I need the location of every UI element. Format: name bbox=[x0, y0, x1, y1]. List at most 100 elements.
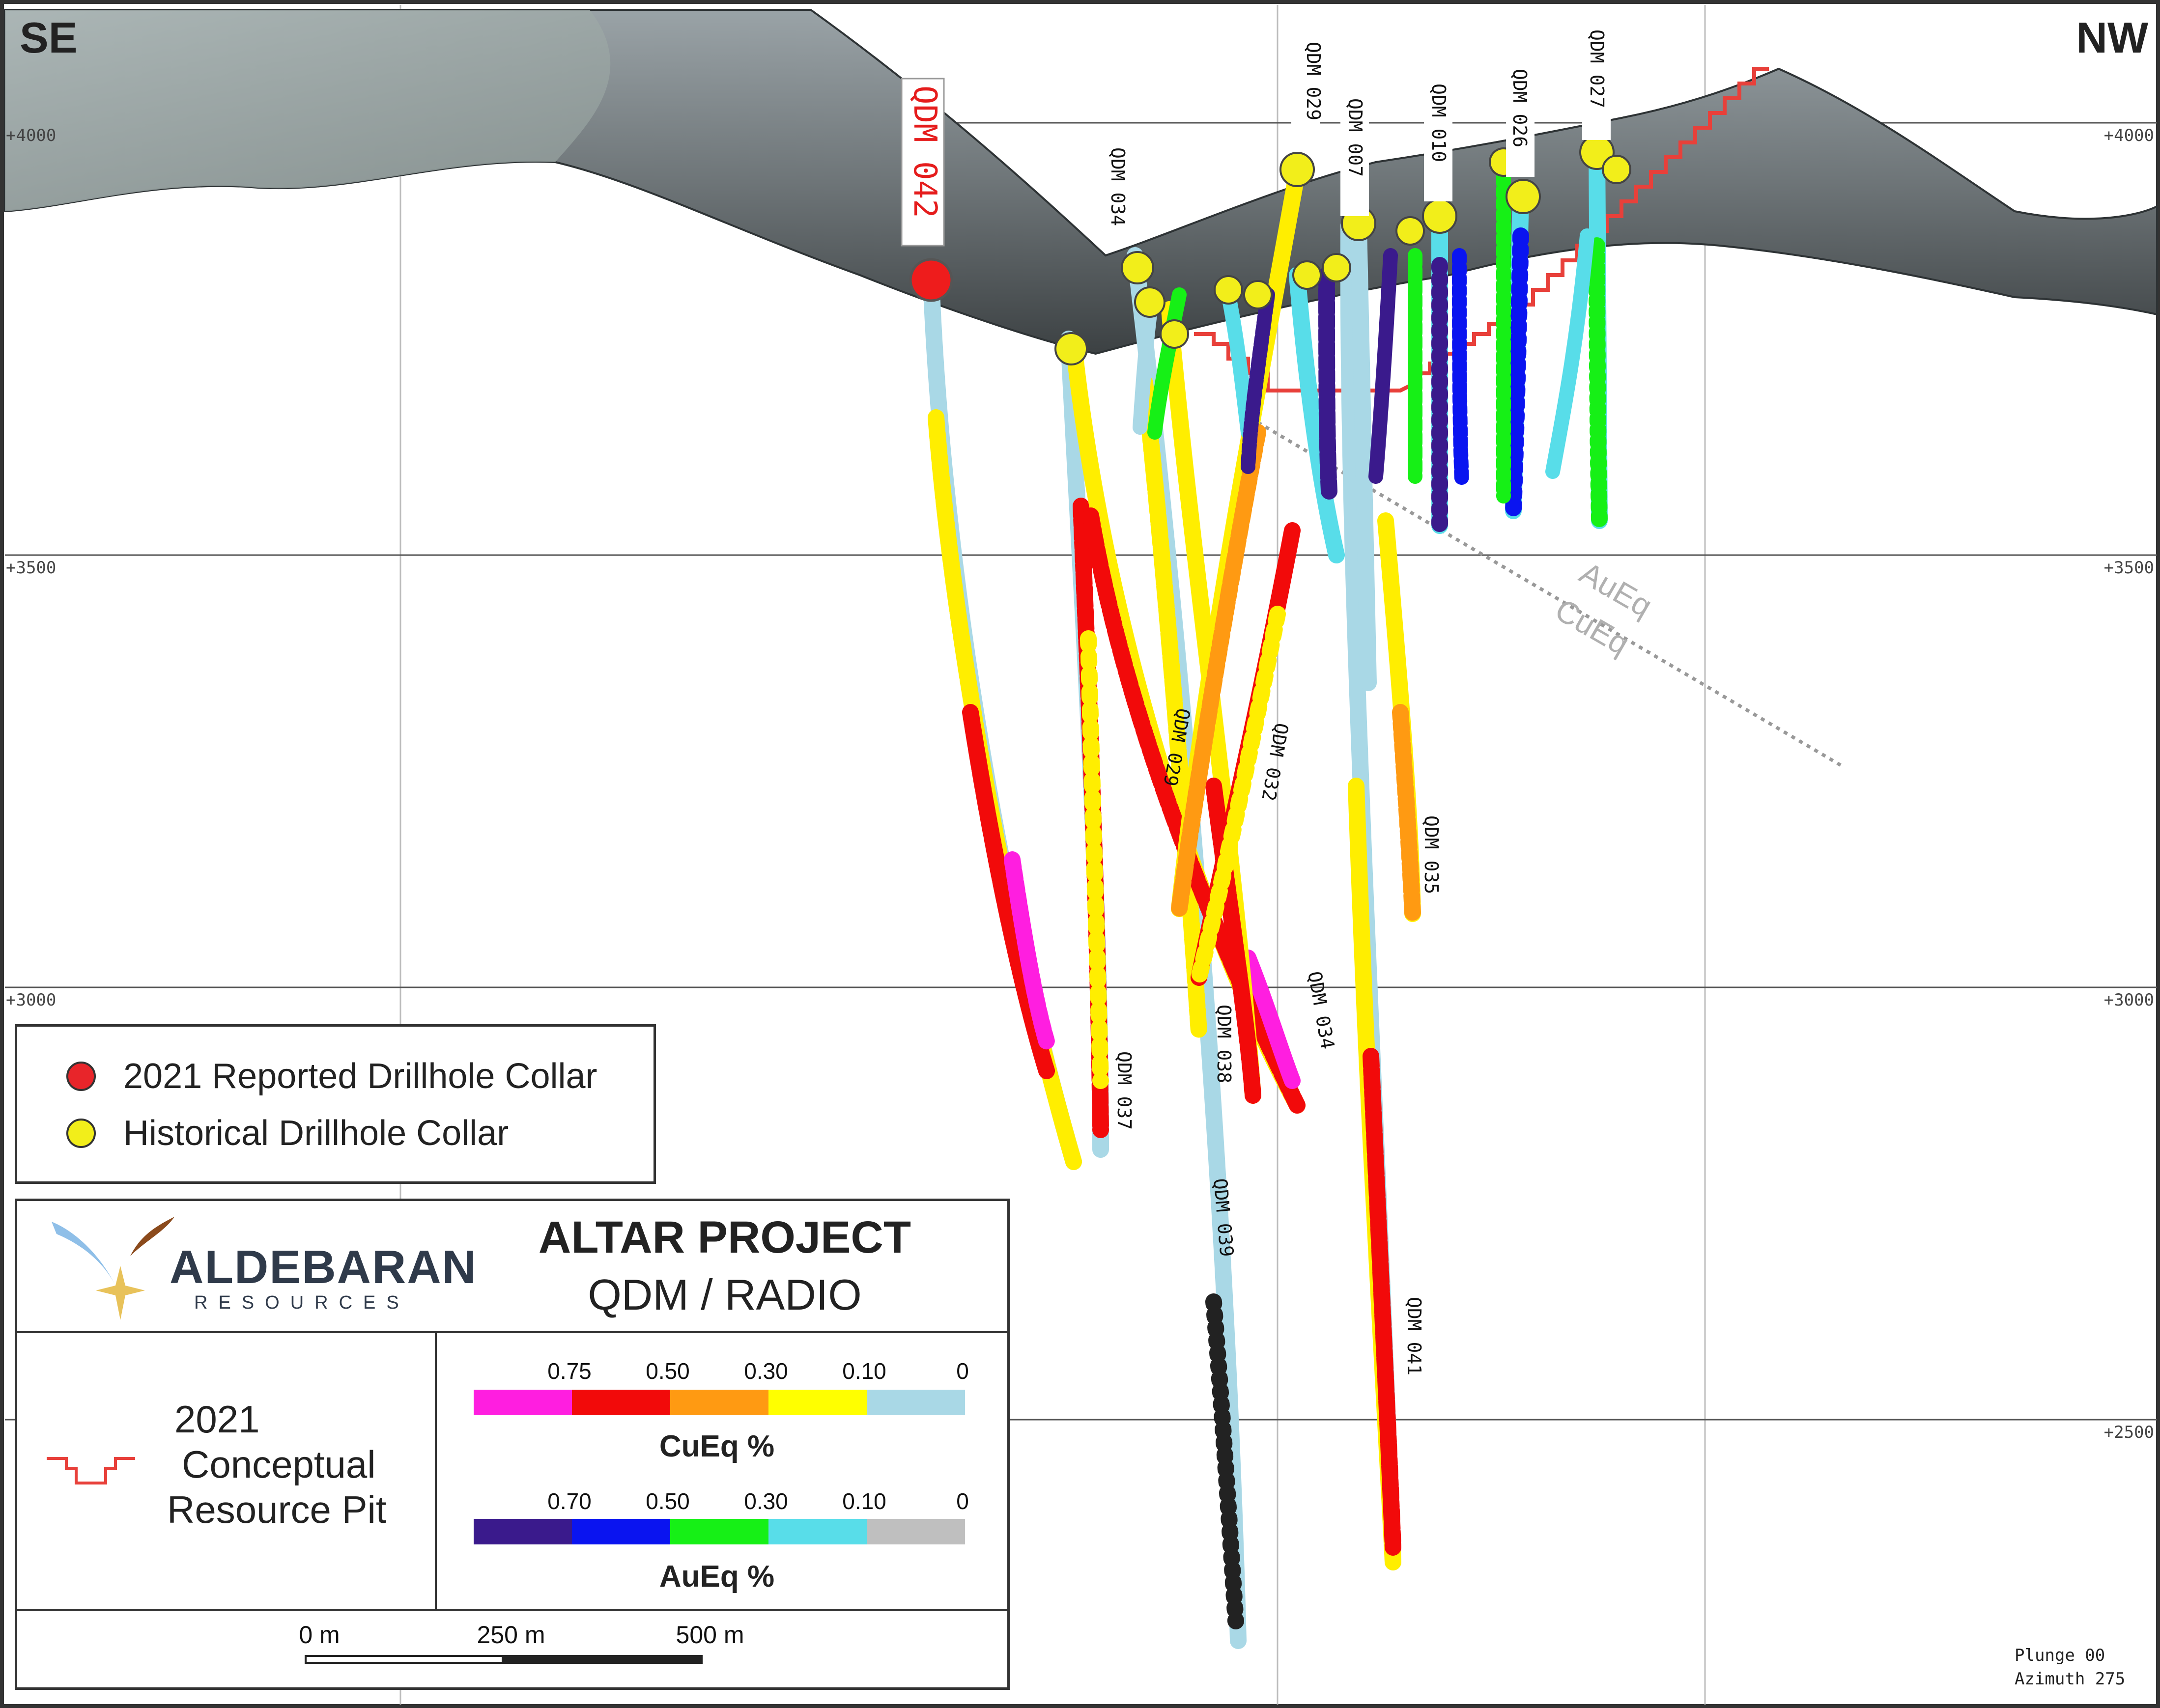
cueq-tick-2: 0.30 bbox=[744, 1358, 788, 1384]
drillhole-traces bbox=[923, 144, 1608, 1649]
direction-label-se: SE bbox=[20, 13, 78, 62]
collar-cluster-e bbox=[1395, 216, 1425, 246]
collar-qdm-034 bbox=[1121, 251, 1154, 284]
aueq-tick-4: 0 bbox=[956, 1488, 969, 1514]
hole-label-qdm-007: QDM 007 bbox=[1344, 98, 1366, 177]
collar-cluster-b bbox=[1243, 280, 1273, 309]
scale-bar: 0 m 250 m 500 m bbox=[17, 1611, 1007, 1689]
pit-label-line2: Conceptual bbox=[182, 1443, 376, 1486]
scale-bar-segment-2 bbox=[504, 1655, 703, 1664]
scale-label-250: 250 m bbox=[477, 1621, 545, 1649]
project-title: ALTAR PROJECT bbox=[538, 1212, 911, 1262]
hole-label-qdm-029-upper: QDM 029 bbox=[1303, 42, 1324, 120]
collar-qdm-034b bbox=[1134, 286, 1165, 318]
hole-label-qdm-041: QDM 041 bbox=[1403, 1297, 1425, 1375]
pit-label-line1: 2021 bbox=[174, 1398, 260, 1441]
pit-legend: 2021 Conceptual Resource Pit bbox=[17, 1333, 435, 1609]
aueq-tick-0: 0.70 bbox=[547, 1488, 592, 1514]
scale-label-500: 500 m bbox=[676, 1621, 744, 1649]
elevation-label-right-3000: +3000 bbox=[2103, 990, 2154, 1010]
hole-label-qdm-026: QDM 026 bbox=[1509, 69, 1531, 147]
elevation-label-right-2500: +2500 bbox=[2103, 1423, 2154, 1442]
cueq-tick-1: 0.50 bbox=[646, 1358, 690, 1384]
logo-name: ALDEBARAN bbox=[170, 1241, 477, 1293]
scale-label-0: 0 m bbox=[299, 1621, 340, 1649]
collar-qdm-037 bbox=[1054, 332, 1088, 365]
aueq-swatch-3 bbox=[768, 1519, 867, 1544]
plunge-label: Plunge 00 bbox=[2015, 1646, 2105, 1665]
drillhole-assay-qdm-026 bbox=[1505, 227, 1529, 519]
logo-subtitle: RESOURCES bbox=[194, 1292, 410, 1313]
cueq-swatch-1 bbox=[572, 1390, 670, 1415]
cueq-swatch-3 bbox=[768, 1390, 867, 1415]
elevation-label-left-3500: +3500 bbox=[6, 558, 57, 578]
cueq-swatch-0 bbox=[474, 1390, 572, 1415]
label-box-qdm-042: QDM 042 bbox=[901, 78, 945, 247]
cueq-tick-3: 0.10 bbox=[842, 1358, 886, 1384]
pit-outline-icon bbox=[47, 1457, 135, 1484]
elevation-label-right-4000: +4000 bbox=[2103, 126, 2154, 145]
title-block: ALDEBARAN RESOURCES ALTAR PROJECT QDM / … bbox=[15, 1199, 1010, 1690]
collar-cluster-d bbox=[1322, 253, 1351, 282]
collar-cluster-c bbox=[1292, 260, 1322, 290]
drillhole-assay-qdm-037-b bbox=[1080, 630, 1109, 1089]
drillhole-assay-qdm-027 bbox=[1589, 237, 1608, 529]
drillhole-trace-qdm-042 bbox=[923, 272, 1082, 1170]
legend-item-reported: 2021 Reported Drillhole Collar bbox=[66, 1056, 597, 1096]
aueq-swatch-2 bbox=[670, 1519, 768, 1544]
hole-label-qdm-032: QDM 032 bbox=[1257, 721, 1292, 802]
collar-legend: 2021 Reported Drillhole Collar Historica… bbox=[15, 1024, 656, 1184]
hole-label-qdm-010: QDM 010 bbox=[1428, 84, 1449, 162]
cueq-tick-0: 0.75 bbox=[547, 1358, 592, 1384]
collar-qdm-026 bbox=[1506, 179, 1541, 214]
drillhole-trace-short-c bbox=[1133, 307, 1157, 435]
hole-label-qdm-037: QDM 037 bbox=[1113, 1051, 1135, 1130]
drillhole-trace-qdm-027-b bbox=[1545, 228, 1594, 479]
cueq-swatch-4 bbox=[867, 1390, 965, 1415]
scale-bar-segment-1 bbox=[305, 1655, 504, 1664]
hole-label-qdm-038: QDM 038 bbox=[1213, 1005, 1235, 1083]
collar-qdm-010 bbox=[1422, 198, 1457, 234]
collar-cluster-a bbox=[1214, 275, 1243, 305]
pit-label-line3: Resource Pit bbox=[167, 1488, 387, 1531]
aueq-scale-title: AuEq % bbox=[659, 1560, 775, 1594]
grade-scales: 0.75 0.50 0.30 0.10 0 CuEq % 0.70 0.50 0… bbox=[437, 1333, 1010, 1609]
legend-label-historical: Historical Drillhole Collar bbox=[123, 1114, 509, 1153]
hole-label-qdm-042: QDM 042 bbox=[907, 85, 943, 218]
aueq-tick-3: 0.10 bbox=[842, 1488, 886, 1514]
drillhole-assay-qdm-041-red bbox=[1363, 1048, 1401, 1556]
aueq-swatch-4 bbox=[867, 1519, 965, 1544]
azimuth-label: Azimuth 275 bbox=[2015, 1669, 2126, 1689]
hole-label-qdm-027: QDM 027 bbox=[1586, 29, 1608, 108]
elevation-label-right-3500: +3500 bbox=[2103, 558, 2154, 578]
hole-label-qdm-035: QDM 035 bbox=[1421, 815, 1442, 894]
collar-cluster-g bbox=[1602, 155, 1631, 184]
elevation-label-left-3000: +3000 bbox=[6, 990, 57, 1010]
direction-label-nw: NW bbox=[2076, 13, 2148, 62]
project-subtitle: QDM / RADIO bbox=[588, 1270, 862, 1319]
aueq-swatch-0 bbox=[474, 1519, 572, 1544]
drillhole-trace-qdm-007-d bbox=[1368, 248, 1398, 484]
cueq-swatch-2 bbox=[670, 1390, 768, 1415]
collar-qdm-042 bbox=[909, 258, 953, 302]
elevation-label-left-4000: +4000 bbox=[6, 126, 57, 145]
hole-label-qdm-034-upper: QDM 034 bbox=[1107, 147, 1129, 226]
drillhole-trace-short-e bbox=[1452, 248, 1469, 489]
hole-label-qdm-034-lower: QDM 034 bbox=[1304, 970, 1338, 1051]
logo-area: ALDEBARAN RESOURCES bbox=[17, 1201, 476, 1331]
drillhole-trace-qdm-007-c bbox=[1318, 267, 1337, 500]
terrain-surface-left bbox=[5, 10, 611, 211]
cueq-scale-title: CuEq % bbox=[659, 1429, 775, 1463]
project-title-area: ALTAR PROJECT QDM / RADIO bbox=[440, 1201, 1010, 1331]
aueq-swatch-1 bbox=[572, 1519, 670, 1544]
yellow-collar-icon bbox=[66, 1119, 96, 1148]
drillhole-trace-qdm-007 bbox=[1350, 218, 1377, 691]
legend-label-reported: 2021 Reported Drillhole Collar bbox=[123, 1057, 597, 1096]
aueq-tick-1: 0.50 bbox=[646, 1488, 690, 1514]
cueq-tick-4: 0 bbox=[956, 1358, 969, 1384]
legend-item-historical: Historical Drillhole Collar bbox=[66, 1113, 509, 1153]
red-collar-icon bbox=[66, 1062, 96, 1091]
collar-qdm-039 bbox=[1160, 319, 1189, 349]
collar-qdm-029 bbox=[1279, 152, 1315, 187]
aueq-tick-2: 0.30 bbox=[744, 1488, 788, 1514]
